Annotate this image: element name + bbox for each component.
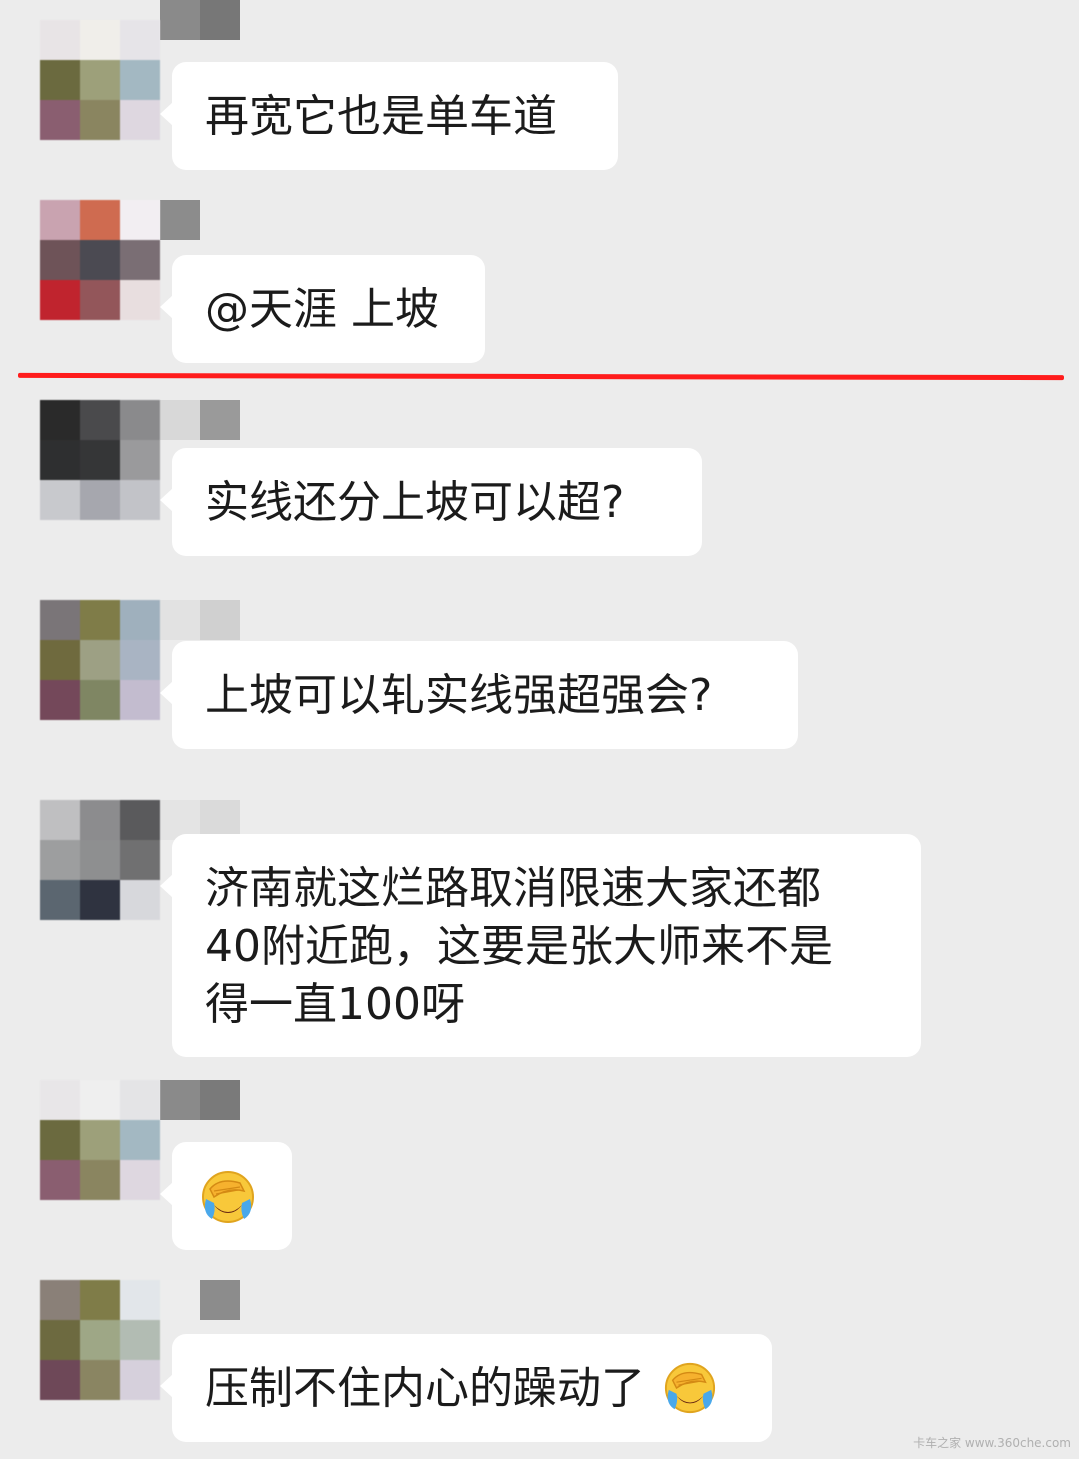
sender-name-redacted <box>160 200 200 240</box>
message-bubble[interactable]: 实线还分上坡可以超? <box>160 448 702 556</box>
avatar[interactable] <box>40 200 160 320</box>
sender-name-redacted <box>160 0 240 40</box>
message-text: 实线还分上坡可以超? <box>205 477 625 528</box>
message-bubble[interactable]: 压制不住内心的躁动了 <box>160 1334 772 1442</box>
sender-name-redacted <box>160 600 240 640</box>
avatar[interactable] <box>40 800 160 920</box>
sender-name-redacted <box>160 1280 240 1320</box>
message-bubble[interactable]: 济南就这烂路取消限速大家还都 40附近跑，这要是张大师来不是 得一直100呀 <box>160 834 921 1057</box>
message-text: 上坡可以轧实线强超强会? <box>205 670 713 721</box>
face-palm-crying-emoji-icon <box>664 1362 716 1414</box>
watermark: 卡车之家 www.360che.com <box>913 1436 1071 1450</box>
avatar[interactable] <box>40 600 160 720</box>
message-text-line: 济南就这烂路取消限速大家还都 <box>205 863 821 914</box>
face-palm-crying-emoji-icon <box>202 1171 254 1223</box>
message-text-line: 40附近跑，这要是张大师来不是 <box>205 921 833 972</box>
message-text: 再宽它也是单车道 <box>205 91 557 142</box>
message-bubble[interactable]: @天涯 上坡 <box>160 255 485 363</box>
red-divider-line <box>17 372 1065 381</box>
avatar[interactable] <box>40 20 160 140</box>
message-text-line: 得一直100呀 <box>205 979 465 1030</box>
message-bubble[interactable]: 再宽它也是单车道 <box>160 62 618 170</box>
sender-name-redacted <box>160 1080 240 1120</box>
message-bubble[interactable] <box>160 1142 292 1250</box>
chat-view: 再宽它也是单车道 @天涯 上坡 实线还分上坡可以超? 上坡可以轧实线强超强会? … <box>0 0 1079 1459</box>
sender-name-redacted <box>160 400 240 440</box>
message-text: @天涯 上坡 <box>205 284 439 335</box>
avatar[interactable] <box>40 1280 160 1400</box>
message-text: 压制不住内心的躁动了 <box>205 1363 645 1414</box>
avatar[interactable] <box>40 1080 160 1200</box>
avatar[interactable] <box>40 400 160 520</box>
message-bubble[interactable]: 上坡可以轧实线强超强会? <box>160 641 798 749</box>
